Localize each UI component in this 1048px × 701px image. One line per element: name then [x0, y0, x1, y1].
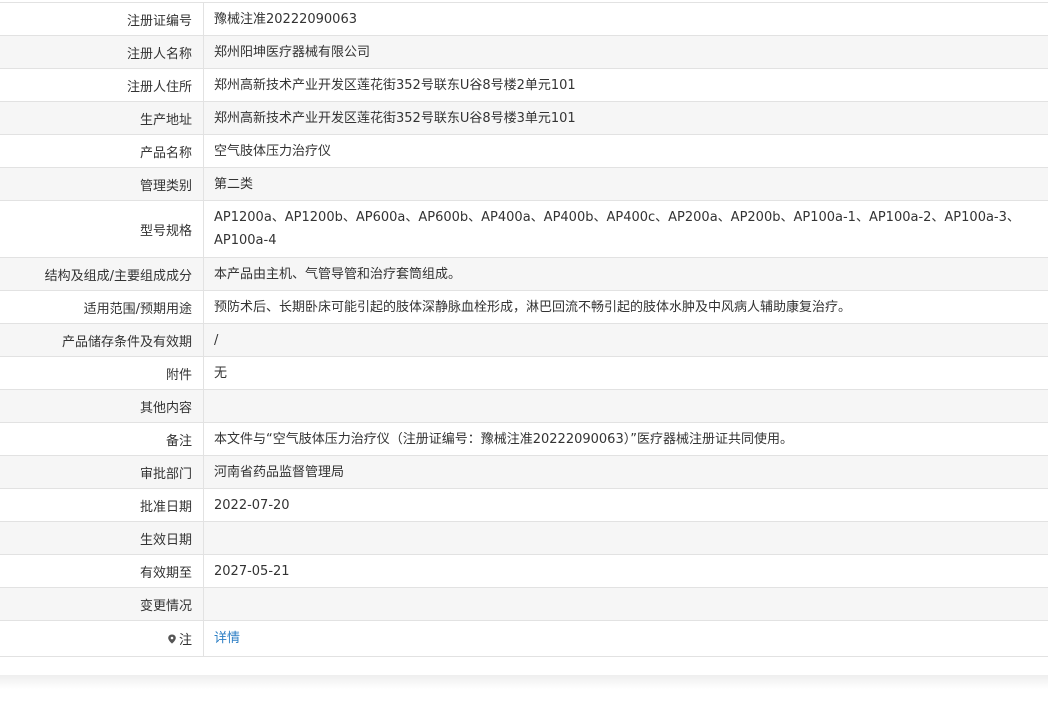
row-note: 注 详情	[0, 621, 1048, 657]
row-registration-number: 注册证编号 豫械注准20222090063	[0, 3, 1048, 36]
field-label: 审批部门	[0, 456, 204, 488]
field-value: 河南省药品监督管理局	[214, 464, 345, 480]
row-change-history: 变更情况	[0, 588, 1048, 621]
row-attachments: 附件 无	[0, 357, 1048, 390]
field-label: 批准日期	[0, 489, 204, 521]
field-value: 预防术后、长期卧床可能引起的肢体深静脉血栓形成，淋巴回流不畅引起的肢体水肿及中风…	[214, 299, 852, 315]
registration-detail-table: 注册证编号 豫械注准20222090063 注册人名称 郑州阳坤医疗器械有限公司…	[0, 2, 1048, 657]
row-registrant-address: 注册人住所 郑州高新技术产业开发区莲花街352号联东U谷8号楼2单元101	[0, 69, 1048, 102]
row-approval-department: 审批部门 河南省药品监督管理局	[0, 456, 1048, 489]
field-label: 附件	[0, 357, 204, 389]
field-label: 管理类别	[0, 168, 204, 200]
field-label: 变更情况	[0, 588, 204, 620]
row-storage-validity: 产品储存条件及有效期 /	[0, 324, 1048, 357]
field-label: 注	[0, 621, 204, 656]
field-value: 本产品由主机、气管导管和治疗套筒组成。	[214, 266, 462, 282]
field-label: 备注	[0, 423, 204, 455]
field-value: 郑州阳坤医疗器械有限公司	[214, 44, 371, 60]
field-label: 生产地址	[0, 102, 204, 134]
field-label: 适用范围/预期用途	[0, 291, 204, 323]
note-label: 注	[178, 633, 192, 648]
field-label: 结构及组成/主要组成成分	[0, 258, 204, 290]
field-label: 生效日期	[0, 522, 204, 554]
row-effective-date: 生效日期	[0, 522, 1048, 555]
field-label: 有效期至	[0, 555, 204, 587]
field-label: 其他内容	[0, 390, 204, 422]
row-model-specification: 型号规格 AP1200a、AP1200b、AP600a、AP600b、AP400…	[0, 201, 1048, 258]
field-value: 无	[214, 365, 228, 381]
field-value: 2022-07-20	[214, 497, 290, 513]
row-intended-use: 适用范围/预期用途 预防术后、长期卧床可能引起的肢体深静脉血栓形成，淋巴回流不畅…	[0, 291, 1048, 324]
field-value: /	[214, 332, 219, 348]
row-valid-until: 有效期至 2027-05-21	[0, 555, 1048, 588]
field-value: 2027-05-21	[214, 563, 290, 579]
row-registrant-name: 注册人名称 郑州阳坤医疗器械有限公司	[0, 36, 1048, 69]
row-product-name: 产品名称 空气肢体压力治疗仪	[0, 135, 1048, 168]
field-value: 郑州高新技术产业开发区莲花街352号联东U谷8号楼2单元101	[214, 77, 576, 93]
field-label: 产品名称	[0, 135, 204, 167]
location-pin-icon	[168, 634, 176, 644]
row-management-category: 管理类别 第二类	[0, 168, 1048, 201]
field-value: 郑州高新技术产业开发区莲花街352号联东U谷8号楼3单元101	[214, 110, 576, 126]
field-label: 产品储存条件及有效期	[0, 324, 204, 356]
field-value	[204, 522, 1048, 554]
row-remarks: 备注 本文件与“空气肢体压力治疗仪（注册证编号：豫械注准20222090063）…	[0, 423, 1048, 456]
field-value: 本文件与“空气肢体压力治疗仪（注册证编号：豫械注准20222090063）”医疗…	[214, 431, 793, 447]
footer-shadow	[0, 675, 1048, 689]
field-label: 注册证编号	[0, 3, 204, 35]
row-approval-date: 批准日期 2022-07-20	[0, 489, 1048, 522]
field-value: AP1200a、AP1200b、AP600a、AP600b、AP400a、AP4…	[214, 210, 1020, 248]
row-production-address: 生产地址 郑州高新技术产业开发区莲花街352号联东U谷8号楼3单元101	[0, 102, 1048, 135]
field-value: 豫械注准20222090063	[214, 11, 357, 27]
field-value: 空气肢体压力治疗仪	[214, 143, 332, 159]
field-value: 详情	[204, 621, 1048, 656]
field-label: 型号规格	[0, 201, 204, 257]
field-label: 注册人名称	[0, 36, 204, 68]
details-link[interactable]: 详情	[214, 627, 240, 650]
row-structure-composition: 结构及组成/主要组成成分 本产品由主机、气管导管和治疗套筒组成。	[0, 258, 1048, 291]
row-other-content: 其他内容	[0, 390, 1048, 423]
field-value: 第二类	[214, 176, 254, 192]
field-value	[204, 588, 1048, 620]
field-value	[204, 390, 1048, 422]
field-label: 注册人住所	[0, 69, 204, 101]
